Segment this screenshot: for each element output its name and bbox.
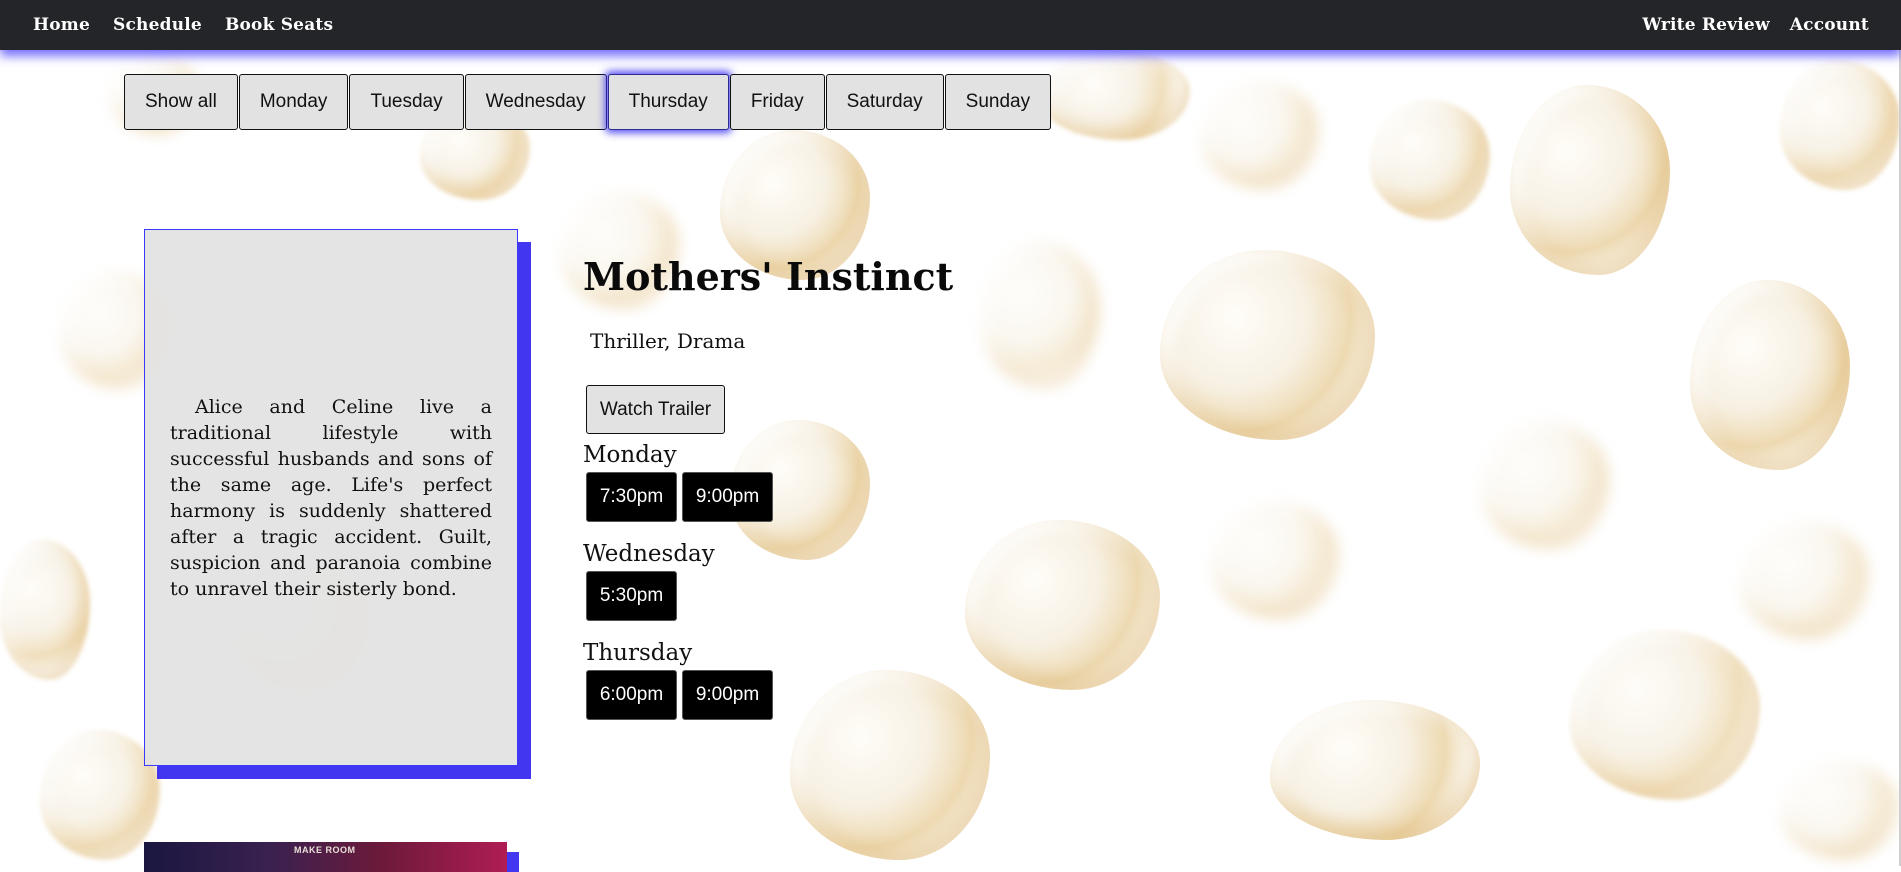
day-filter-friday[interactable]: Friday [729,74,825,130]
nav-home-link[interactable]: Home [33,15,90,35]
movie-title: Mothers' Instinct [583,254,954,299]
day-filter-bar: Show all Monday Tuesday Wednesday Thursd… [124,74,1052,130]
showing-day-group: Thursday 6:00pm 9:00pm [583,638,773,720]
showtime-button[interactable]: 7:30pm [586,472,677,522]
nav-left-group: Home Schedule Book Seats [33,0,333,50]
nav-book-seats-link[interactable]: Book Seats [225,15,333,35]
top-nav: Home Schedule Book Seats Write Review Ac… [0,0,1901,50]
nav-write-review-link[interactable]: Write Review [1642,15,1769,35]
showtimes-list: Monday 7:30pm 9:00pm Wednesday 5:30pm Th… [583,440,773,737]
showing-day-label: Thursday [583,640,693,666]
showing-day-group: Monday 7:30pm 9:00pm [583,440,773,522]
showtime-row: 7:30pm 9:00pm [586,472,773,522]
day-filter-tuesday[interactable]: Tuesday [349,74,464,130]
showtime-button[interactable]: 5:30pm [586,571,677,621]
showtime-button[interactable]: 9:00pm [682,670,773,720]
watch-trailer-button[interactable]: Watch Trailer [586,385,725,434]
day-filter-monday[interactable]: Monday [238,74,349,130]
movie-synopsis-card[interactable]: Alice and Celine live a traditional life… [144,229,518,766]
next-movie-poster[interactable]: MAKE ROOM [144,842,507,872]
nav-account-link[interactable]: Account [1790,15,1869,35]
day-filter-saturday[interactable]: Saturday [825,74,944,130]
showtime-row: 6:00pm 9:00pm [586,670,773,720]
movie-synopsis: Alice and Celine live a traditional life… [170,395,492,600]
nav-schedule-link[interactable]: Schedule [113,15,202,35]
showtime-row: 5:30pm [586,571,773,621]
day-filter-thursday[interactable]: Thursday [607,74,729,130]
showtime-button[interactable]: 6:00pm [586,670,677,720]
showing-day-label: Monday [583,442,677,468]
day-filter-show-all[interactable]: Show all [124,74,238,130]
nav-right-group: Write Review Account [1642,0,1869,50]
day-filter-sunday[interactable]: Sunday [944,74,1052,130]
movie-genre: Thriller, Drama [590,329,746,353]
day-filter-wednesday[interactable]: Wednesday [464,74,607,130]
showing-day-group: Wednesday 5:30pm [583,539,773,621]
poster-tagline: MAKE ROOM [294,845,356,855]
showing-day-label: Wednesday [583,541,715,567]
showtime-button[interactable]: 9:00pm [682,472,773,522]
